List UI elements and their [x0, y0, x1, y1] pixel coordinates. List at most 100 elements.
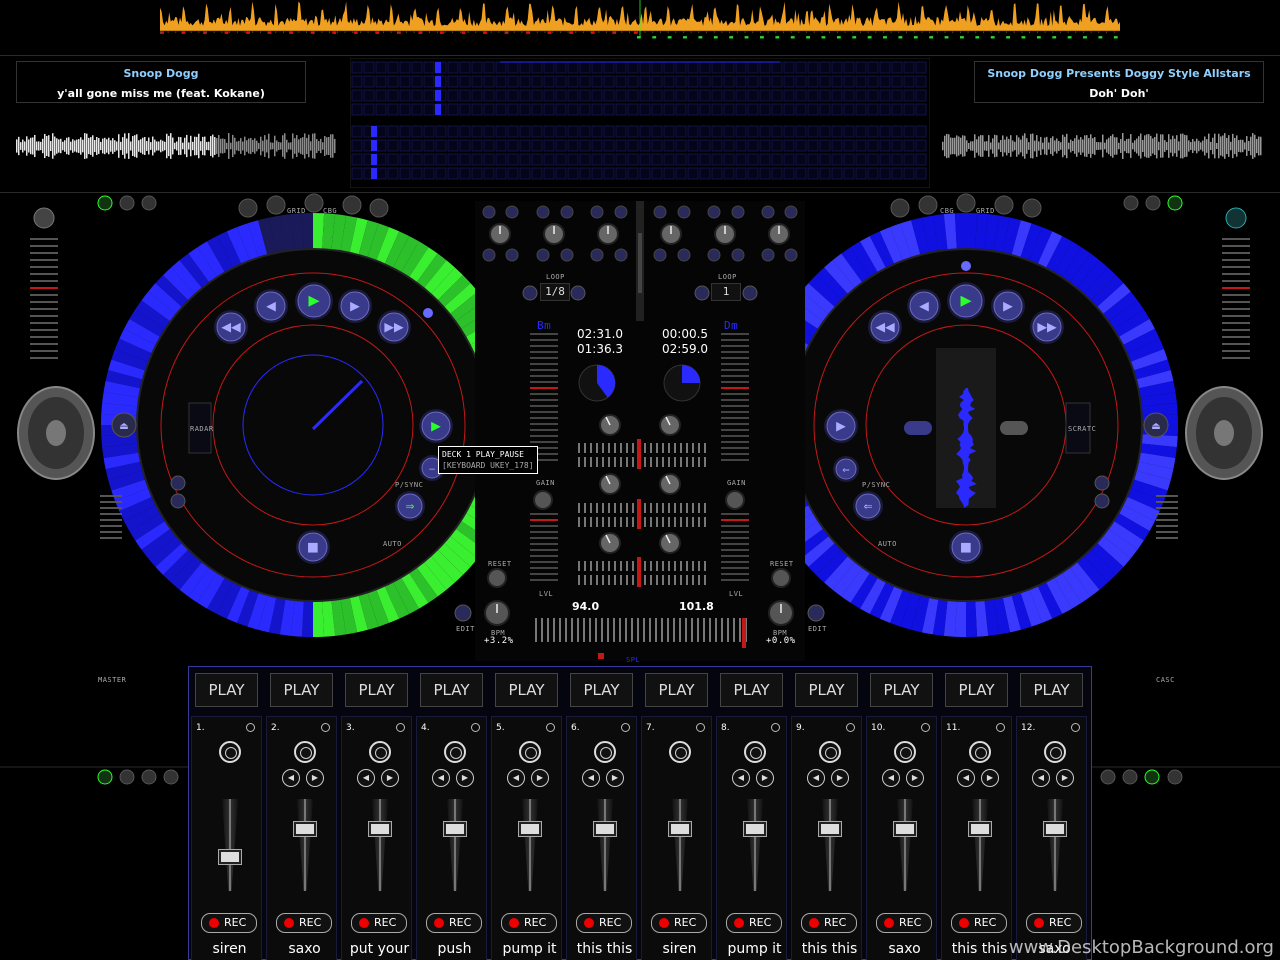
option-button[interactable] — [1167, 769, 1183, 785]
sampler-play-button[interactable]: PLAY — [345, 673, 408, 707]
option-button[interactable] — [119, 769, 135, 785]
eq-small-button[interactable] — [536, 205, 550, 219]
sampler-volume-slider[interactable] — [744, 822, 766, 836]
left-volume-knob[interactable] — [33, 207, 55, 229]
sampler-play-button[interactable]: PLAY — [495, 673, 558, 707]
eq-small-button[interactable] — [784, 205, 798, 219]
sampler-next-button[interactable]: ▶ — [531, 769, 549, 787]
sampler-next-button[interactable]: ▶ — [981, 769, 999, 787]
crossfader-thumb[interactable] — [637, 439, 641, 469]
sampler-settings-icon[interactable] — [1071, 723, 1080, 732]
sampler-rec-button[interactable]: REC — [276, 913, 332, 933]
sampler-volume-slider[interactable] — [444, 822, 466, 836]
option-button[interactable] — [1100, 769, 1116, 785]
sampler-play-button[interactable]: PLAY — [570, 673, 633, 707]
eq-small-button[interactable] — [784, 248, 798, 262]
sampler-prev-button[interactable]: ◀ — [957, 769, 975, 787]
sampler-side-button[interactable] — [1094, 493, 1110, 509]
sampler-play-button[interactable]: PLAY — [645, 673, 708, 707]
sampler-settings-icon[interactable] — [921, 723, 930, 732]
sampler-settings-icon[interactable] — [546, 723, 555, 732]
deck-left-top-knob[interactable] — [304, 193, 324, 213]
eq-small-button[interactable] — [482, 205, 496, 219]
deck-option-button[interactable] — [1145, 195, 1161, 211]
sampler-volume-slider[interactable] — [669, 822, 691, 836]
sampler-volume-slider[interactable] — [969, 822, 991, 836]
eq-small-button[interactable] — [677, 205, 691, 219]
loop-button[interactable] — [694, 285, 710, 301]
sampler-rec-button[interactable]: REC — [351, 913, 407, 933]
sampler-settings-icon[interactable] — [771, 723, 780, 732]
sampler-play-button[interactable]: PLAY — [420, 673, 483, 707]
eq-small-button[interactable] — [590, 205, 604, 219]
deck-option-button[interactable] — [119, 195, 135, 211]
gain-knob[interactable] — [487, 568, 507, 588]
eq-small-button[interactable] — [653, 205, 667, 219]
sampler-rec-button[interactable]: REC — [876, 913, 932, 933]
sampler-next-button[interactable]: ▶ — [381, 769, 399, 787]
sampler-loop-button[interactable] — [1044, 741, 1066, 763]
sampler-rec-button[interactable]: REC — [951, 913, 1007, 933]
sampler-settings-icon[interactable] — [996, 723, 1005, 732]
eq-small-button[interactable] — [505, 205, 519, 219]
option-button[interactable] — [97, 769, 113, 785]
sampler-loop-button[interactable] — [819, 741, 841, 763]
sampler-next-button[interactable]: ▶ — [606, 769, 624, 787]
deck-right-loop-size[interactable]: 1 — [711, 283, 741, 301]
sampler-next-button[interactable]: ▶ — [906, 769, 924, 787]
eq-small-button[interactable] — [560, 205, 574, 219]
deck-option-button[interactable] — [1123, 195, 1139, 211]
sampler-rec-button[interactable]: REC — [501, 913, 557, 933]
deck-left-loop-size[interactable]: 1/8 — [540, 283, 570, 301]
deck-option-button[interactable] — [141, 195, 157, 211]
sampler-rec-button[interactable]: REC — [651, 913, 707, 933]
sampler-play-button[interactable]: PLAY — [795, 673, 858, 707]
sampler-volume-slider[interactable] — [519, 822, 541, 836]
sampler-play-button[interactable]: PLAY — [945, 673, 1008, 707]
sampler-prev-button[interactable]: ◀ — [1032, 769, 1050, 787]
sampler-next-button[interactable]: ▶ — [831, 769, 849, 787]
sampler-volume-slider[interactable] — [594, 822, 616, 836]
crossfader-thumb[interactable] — [637, 499, 641, 529]
sampler-loop-button[interactable] — [894, 741, 916, 763]
sampler-settings-icon[interactable] — [246, 723, 255, 732]
deck-left-top-knob[interactable] — [342, 195, 362, 215]
sampler-loop-button[interactable] — [669, 741, 691, 763]
deck-right-top-knob[interactable] — [890, 198, 910, 218]
sampler-settings-icon[interactable] — [696, 723, 705, 732]
sampler-prev-button[interactable]: ◀ — [507, 769, 525, 787]
sampler-play-button[interactable]: PLAY — [870, 673, 933, 707]
deck-right-top-knob[interactable] — [1022, 198, 1042, 218]
sampler-side-button[interactable] — [170, 475, 186, 491]
loop-button[interactable] — [742, 285, 758, 301]
eq-small-button[interactable] — [761, 205, 775, 219]
eq-small-button[interactable] — [707, 248, 721, 262]
eq-small-button[interactable] — [505, 248, 519, 262]
sampler-play-button[interactable]: PLAY — [270, 673, 333, 707]
gain-knob[interactable] — [771, 568, 791, 588]
sampler-settings-icon[interactable] — [396, 723, 405, 732]
gain-knob[interactable] — [533, 490, 553, 510]
loop-button[interactable] — [522, 285, 538, 301]
sampler-side-button[interactable] — [1094, 475, 1110, 491]
deck-option-button[interactable] — [97, 195, 113, 211]
sampler-play-button[interactable]: PLAY — [720, 673, 783, 707]
sampler-prev-button[interactable]: ◀ — [357, 769, 375, 787]
sampler-volume-slider[interactable] — [219, 850, 241, 864]
eq-small-button[interactable] — [677, 248, 691, 262]
option-button[interactable] — [163, 769, 179, 785]
eq-small-button[interactable] — [560, 248, 574, 262]
sampler-prev-button[interactable]: ◀ — [807, 769, 825, 787]
sampler-volume-slider[interactable] — [369, 822, 391, 836]
sampler-next-button[interactable]: ▶ — [456, 769, 474, 787]
sampler-volume-slider[interactable] — [894, 822, 916, 836]
sampler-rec-button[interactable]: REC — [201, 913, 257, 933]
eq-small-button[interactable] — [653, 248, 667, 262]
sampler-settings-icon[interactable] — [321, 723, 330, 732]
sampler-prev-button[interactable]: ◀ — [432, 769, 450, 787]
sampler-loop-button[interactable] — [444, 741, 466, 763]
eq-small-button[interactable] — [590, 248, 604, 262]
overview-waveform[interactable] — [16, 0, 1264, 40]
sampler-prev-button[interactable]: ◀ — [282, 769, 300, 787]
deck-left-platter[interactable] — [101, 213, 525, 637]
